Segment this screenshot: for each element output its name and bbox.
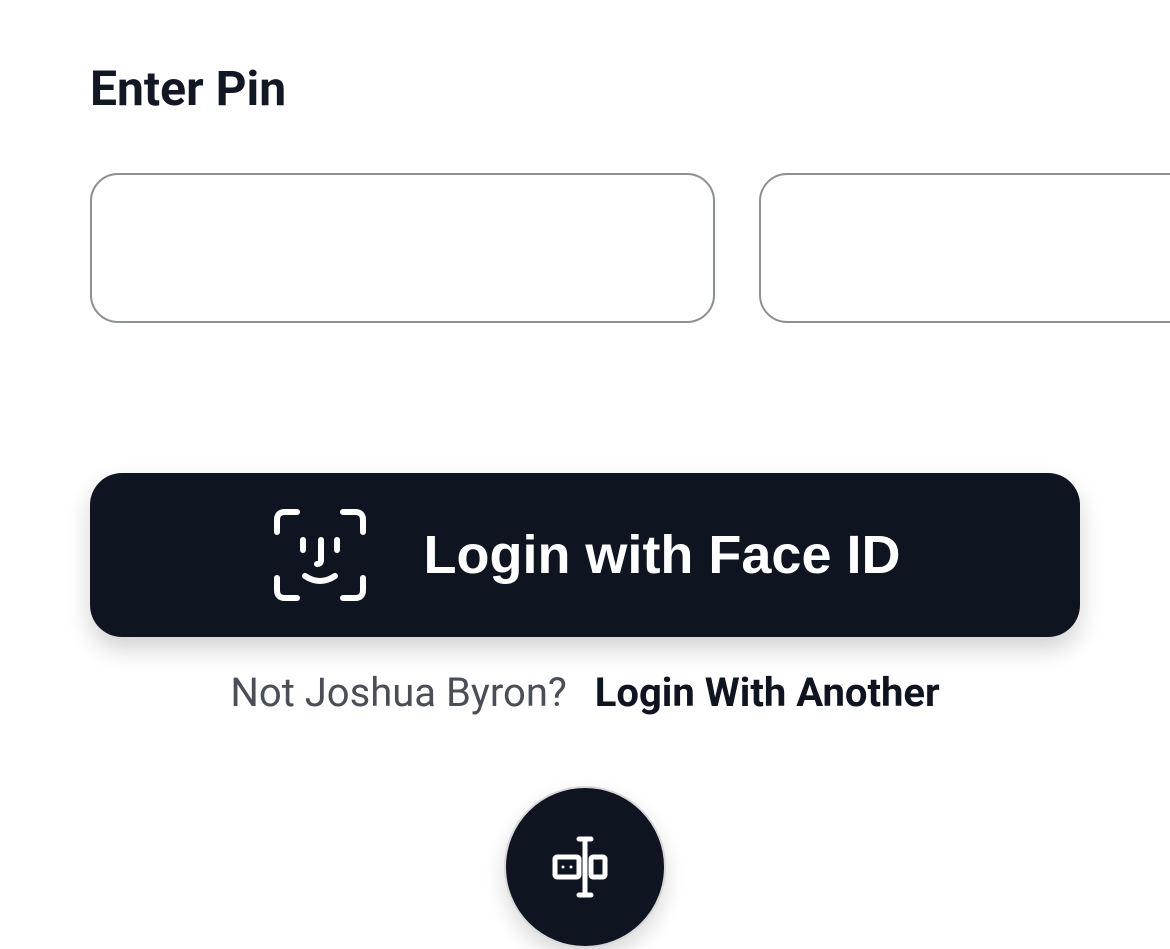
- pin-input-row: [90, 173, 1080, 323]
- face-id-icon: [269, 504, 371, 606]
- form-textbox-icon: [549, 831, 621, 903]
- pin-digit-2[interactable]: [759, 173, 1170, 323]
- text-input-form-button[interactable]: [504, 786, 666, 948]
- pin-digit-1[interactable]: [90, 173, 715, 323]
- not-user-text: Not Joshua Byron?: [230, 669, 566, 716]
- login-face-id-label: Login with Face ID: [423, 524, 900, 586]
- page-title: Enter Pin: [90, 60, 1080, 117]
- login-another-link[interactable]: Login With Another: [595, 669, 940, 716]
- login-face-id-button[interactable]: Login with Face ID: [90, 473, 1080, 637]
- switch-user-row: Not Joshua Byron? Login With Another: [90, 669, 1080, 716]
